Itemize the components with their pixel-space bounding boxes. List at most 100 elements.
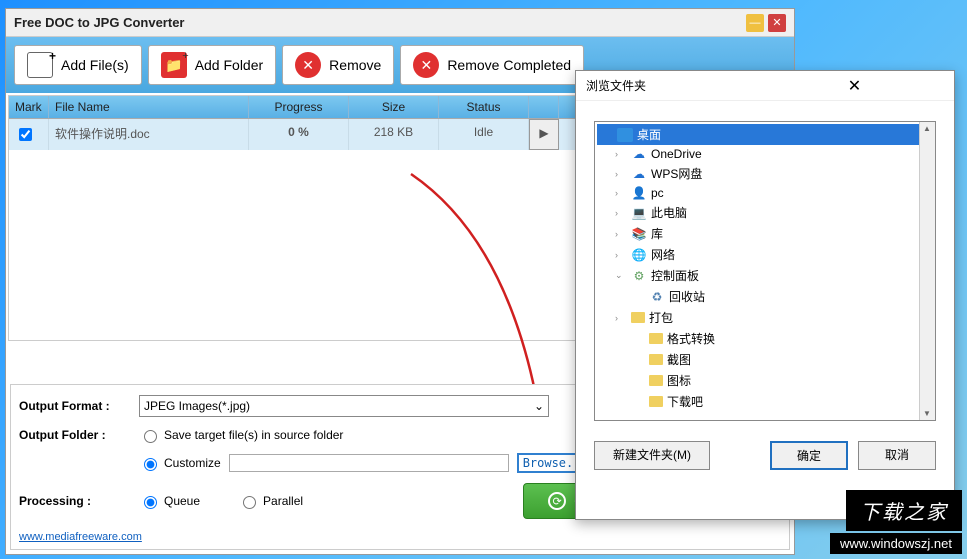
tree-item[interactable]: ›☁WPS网盘 <box>597 163 933 184</box>
ctrl-icon: ⚙ <box>631 269 647 283</box>
tree-item[interactable]: › ☁ OneDrive <box>597 145 933 163</box>
radio-parallel[interactable] <box>243 496 256 509</box>
recycle-icon: ♻ <box>649 290 665 304</box>
tree-item-label: 截图 <box>667 351 691 368</box>
folder-icon <box>649 354 663 365</box>
tree-item[interactable]: 格式转换 <box>597 328 933 349</box>
dialog-title: 浏览文件夹 <box>586 77 765 94</box>
tree-item-label: 此电脑 <box>651 204 687 221</box>
convert-icon: ⟳ <box>548 492 566 510</box>
tree-item[interactable]: 下载吧 <box>597 391 933 412</box>
tree-item-label: 桌面 <box>637 126 661 143</box>
row-size: 218 KB <box>349 119 439 150</box>
tree-item[interactable]: › 📚 库 <box>597 223 933 244</box>
minimize-button[interactable]: — <box>746 14 764 32</box>
close-button[interactable]: ✕ <box>768 14 786 32</box>
window-buttons: — ✕ <box>746 14 786 32</box>
dialog-titlebar[interactable]: 浏览文件夹 ✕ <box>576 71 954 101</box>
tree-item[interactable]: ♻ 回收站 <box>597 286 933 307</box>
website-link[interactable]: www.mediafreeware.com <box>19 531 142 543</box>
expand-icon[interactable]: › <box>615 149 627 159</box>
add-files-button[interactable]: Add File(s) <box>14 45 142 85</box>
col-filename[interactable]: File Name <box>49 96 249 118</box>
col-mark[interactable]: Mark <box>9 96 49 118</box>
tree-item[interactable]: ⌄ ⚙ 控制面板 <box>597 265 933 286</box>
tree-item-label: 回收站 <box>669 288 705 305</box>
tree-item[interactable]: › 💻 此电脑 <box>597 202 933 223</box>
tree-item-label: 下载吧 <box>667 393 703 410</box>
radio-customize-label: Customize <box>164 456 221 470</box>
folder-icon <box>631 312 645 323</box>
col-status[interactable]: Status <box>439 96 529 118</box>
expand-icon[interactable]: › <box>615 229 627 239</box>
folder-tree: 桌面›☁OneDrive›☁WPS网盘›👤pc›💻此电脑›📚库›🌐网络⌄⚙控制面… <box>594 121 936 421</box>
tree-item[interactable]: 图标 <box>597 370 933 391</box>
user-icon: 👤 <box>631 186 647 200</box>
lib-icon: 📚 <box>631 227 647 241</box>
add-folder-button[interactable]: 📁 Add Folder <box>148 45 276 85</box>
new-folder-button[interactable]: 新建文件夹(M) <box>594 441 710 470</box>
tree-item-label: 格式转换 <box>667 330 715 347</box>
folder-icon: 📁 <box>161 52 187 78</box>
custom-path-input[interactable] <box>229 454 509 472</box>
col-progress[interactable]: Progress <box>249 96 349 118</box>
add-folder-label: Add Folder <box>195 57 263 73</box>
add-files-label: Add File(s) <box>61 57 129 73</box>
tree-item-label: WPS网盘 <box>651 165 702 182</box>
output-folder-label: Output Folder : <box>19 428 139 442</box>
cloud-icon: ☁ <box>631 147 647 161</box>
output-format-select[interactable]: JPEG Images(*.jpg) ⌄ <box>139 395 549 417</box>
pc-icon: 💻 <box>631 206 647 220</box>
tree-item[interactable]: 截图 <box>597 349 933 370</box>
row-checkbox[interactable] <box>9 119 49 150</box>
radio-source-folder[interactable] <box>144 430 157 443</box>
remove-completed-button[interactable]: ✕ Remove Completed <box>400 45 584 85</box>
expand-icon[interactable]: ⌄ <box>615 270 627 281</box>
browse-folder-dialog: 浏览文件夹 ✕ 桌面›☁OneDrive›☁WPS网盘›👤pc›💻此电脑›📚库›… <box>575 70 955 520</box>
expand-icon[interactable]: › <box>615 208 627 218</box>
folder-icon <box>649 396 663 407</box>
row-progress: 0 % <box>249 119 349 150</box>
tree-item[interactable]: › 打包 <box>597 307 933 328</box>
ok-button[interactable]: 确定 <box>770 441 848 470</box>
tree-scrollbar[interactable] <box>919 122 935 420</box>
tree-item-label: 打包 <box>649 309 673 326</box>
remove-icon: ✕ <box>295 52 321 78</box>
tree-item-label: 网络 <box>651 246 675 263</box>
folder-icon <box>649 375 663 386</box>
row-play-button[interactable]: ▶ <box>529 119 559 150</box>
col-action <box>529 96 559 118</box>
expand-icon[interactable]: › <box>615 169 627 179</box>
remove-completed-icon: ✕ <box>413 52 439 78</box>
expand-icon[interactable]: › <box>615 313 627 323</box>
watermark-logo: 下载之家 <box>846 490 962 531</box>
tree-item[interactable]: 桌面 <box>597 124 933 145</box>
tree-item-label: 控制面板 <box>651 267 699 284</box>
titlebar[interactable]: Free DOC to JPG Converter — ✕ <box>6 9 794 37</box>
net-icon: 🌐 <box>631 248 647 262</box>
desktop-icon <box>617 128 633 142</box>
radio-queue-label: Queue <box>164 494 200 508</box>
radio-source-label: Save target file(s) in source folder <box>164 428 343 442</box>
remove-button[interactable]: ✕ Remove <box>282 45 394 85</box>
remove-completed-label: Remove Completed <box>447 57 571 73</box>
radio-queue[interactable] <box>144 496 157 509</box>
output-format-label: Output Format : <box>19 399 139 413</box>
tree-item-label: OneDrive <box>651 147 702 161</box>
col-size[interactable]: Size <box>349 96 439 118</box>
processing-label: Processing : <box>19 494 139 508</box>
expand-icon[interactable]: › <box>615 188 627 198</box>
folder-icon <box>649 333 663 344</box>
chevron-down-icon: ⌄ <box>534 399 544 413</box>
row-filename: 软件操作说明.doc <box>49 119 249 150</box>
radio-parallel-label: Parallel <box>263 494 303 508</box>
expand-icon[interactable]: › <box>615 250 627 260</box>
row-status: Idle <box>439 119 529 150</box>
radio-customize[interactable] <box>144 458 157 471</box>
tree-item-label: pc <box>651 186 664 200</box>
tree-item[interactable]: › 🌐 网络 <box>597 244 933 265</box>
tree-item-label: 库 <box>651 225 663 242</box>
cancel-button[interactable]: 取消 <box>858 441 936 470</box>
tree-item[interactable]: › 👤 pc <box>597 184 933 202</box>
dialog-close-button[interactable]: ✕ <box>765 76 944 96</box>
